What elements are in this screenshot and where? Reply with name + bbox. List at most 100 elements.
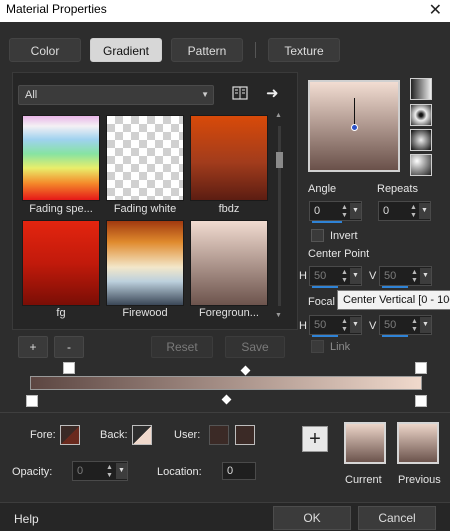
radial-style-icon[interactable] — [410, 154, 432, 176]
invert-label: Invert — [330, 230, 358, 242]
add-gradient-button[interactable]: + — [18, 336, 48, 358]
center-v-spinner[interactable]: 50 ▲ ▼ ▼ — [379, 266, 432, 288]
chevron-down-icon[interactable]: ▼ — [350, 268, 361, 284]
angle-handle[interactable] — [351, 124, 358, 131]
gradient-label: fg — [56, 307, 66, 319]
fore-swatch[interactable] — [60, 425, 80, 445]
center-h-label: H — [299, 270, 307, 282]
user-swatch-1[interactable] — [209, 425, 229, 445]
spinner-arrows-icon[interactable]: ▲ ▼ — [410, 204, 417, 220]
scroll-down-icon[interactable]: ▼ — [275, 312, 282, 319]
center-v-value[interactable]: 50 — [384, 270, 396, 282]
gradient-thumb-fbdz[interactable] — [190, 115, 268, 201]
transparency-midpoint[interactable] — [240, 365, 251, 376]
invert-checkbox[interactable] — [311, 229, 324, 242]
gradient-thumb-foreground-background[interactable] — [190, 220, 268, 306]
opacity-label: Opacity: — [12, 466, 53, 478]
repeats-label: Repeats — [377, 183, 418, 195]
center-h-value[interactable]: 50 — [314, 270, 326, 282]
chevron-down-icon[interactable]: ▼ — [420, 268, 431, 284]
color-midpoint[interactable] — [221, 394, 232, 405]
chevron-down-icon[interactable]: ▼ — [350, 317, 361, 333]
angle-value[interactable]: 0 — [314, 205, 320, 217]
gradient-editor-bar[interactable] — [30, 376, 422, 390]
spinner-arrows-icon[interactable]: ▲ ▼ — [411, 269, 418, 285]
user-swatch-2[interactable] — [235, 425, 255, 445]
gradient-label: fbdz — [218, 203, 240, 215]
location-value[interactable]: 0 — [227, 465, 233, 477]
spinner-arrows-icon[interactable]: ▲ ▼ — [106, 464, 113, 480]
tab-divider — [255, 42, 256, 58]
add-swatch-button[interactable]: + — [302, 426, 328, 452]
help-link[interactable]: Help — [14, 512, 39, 526]
tooltip: Center Vertical [0 - 100] — [337, 290, 450, 310]
location-field[interactable]: 0 — [222, 462, 256, 480]
color-stop-right[interactable] — [415, 395, 427, 407]
ok-button[interactable]: OK — [273, 506, 351, 530]
transparency-stop-left[interactable] — [63, 362, 75, 374]
fore-label: Fore: — [30, 429, 56, 441]
chevron-down-icon: ▼ — [201, 90, 209, 99]
save-button[interactable]: Save — [225, 336, 285, 358]
repeats-value[interactable]: 0 — [383, 205, 389, 217]
chevron-down-icon[interactable]: ▼ — [420, 317, 431, 333]
focal-v-slider-bar — [382, 335, 408, 337]
angle-label: Angle — [308, 183, 337, 195]
location-label: Location: — [157, 466, 202, 478]
link-label: Link — [330, 341, 351, 353]
tab-color[interactable]: Color — [9, 38, 81, 62]
gradient-thumb-fading-spectrum[interactable] — [22, 115, 100, 201]
gradient-label: Firewood — [122, 307, 168, 319]
library-scrollbar[interactable]: ▲ ▼ — [275, 112, 284, 322]
transparency-stop-right[interactable] — [415, 362, 427, 374]
category-dropdown[interactable]: All ▼ — [18, 85, 214, 105]
scroll-up-icon[interactable]: ▲ — [275, 112, 282, 119]
angle-slider-bar — [312, 221, 342, 223]
focal-h-value[interactable]: 50 — [314, 319, 326, 331]
angle-spinner[interactable]: 0 ▲ ▼ ▼ — [309, 201, 362, 223]
repeats-spinner[interactable]: 0 ▲ ▼ ▼ — [378, 201, 431, 221]
opacity-spinner[interactable]: 0 ▲ ▼ ▼ — [72, 461, 128, 481]
gradient-thumb-firewood[interactable] — [106, 220, 184, 306]
reset-button[interactable]: Reset — [151, 336, 213, 358]
focal-h-spinner[interactable]: 50 ▲ ▼ ▼ — [309, 315, 362, 337]
opacity-value[interactable]: 0 — [77, 465, 83, 477]
spinner-arrows-icon[interactable]: ▲ ▼ — [341, 318, 348, 334]
focal-v-spinner[interactable]: 50 ▲ ▼ ▼ — [379, 315, 432, 337]
gradient-thumb-fg[interactable] — [22, 220, 100, 306]
tab-gradient[interactable]: Gradient — [90, 38, 162, 62]
chevron-down-icon[interactable]: ▼ — [116, 463, 127, 479]
section-divider — [0, 412, 450, 413]
back-swatch[interactable] — [132, 425, 152, 445]
spinner-arrows-icon[interactable]: ▲ ▼ — [341, 269, 348, 285]
linear-style-icon[interactable] — [410, 78, 432, 100]
link-checkbox[interactable] — [311, 340, 324, 353]
gradient-thumb-fading-white[interactable] — [106, 115, 184, 201]
library-book-icon[interactable] — [232, 86, 248, 100]
arrow-right-icon[interactable]: ➜ — [266, 84, 279, 102]
title-bar: Material Properties ✕ — [0, 0, 450, 22]
chevron-down-icon[interactable]: ▼ — [350, 203, 361, 219]
current-label: Current — [345, 474, 382, 486]
previous-swatch[interactable] — [397, 422, 439, 464]
focal-v-value[interactable]: 50 — [384, 319, 396, 331]
focal-h-label: H — [299, 320, 307, 332]
tab-pattern[interactable]: Pattern — [171, 38, 243, 62]
tab-texture[interactable]: Texture — [268, 38, 340, 62]
cancel-button[interactable]: Cancel — [358, 506, 436, 530]
remove-gradient-button[interactable]: - — [54, 336, 84, 358]
gradient-preview[interactable] — [308, 80, 400, 172]
current-swatch[interactable] — [344, 422, 386, 464]
focal-v-label: V — [369, 320, 377, 332]
window-title: Material Properties — [6, 2, 107, 16]
center-h-spinner[interactable]: 50 ▲ ▼ ▼ — [309, 266, 362, 288]
rectangular-style-icon[interactable] — [410, 104, 432, 126]
spinner-arrows-icon[interactable]: ▲ ▼ — [411, 318, 418, 334]
scroll-thumb[interactable] — [276, 152, 283, 168]
previous-label: Previous — [398, 474, 441, 486]
color-stop-left[interactable] — [26, 395, 38, 407]
spinner-arrows-icon[interactable]: ▲ ▼ — [341, 204, 348, 220]
sunburst-style-icon[interactable] — [410, 129, 432, 151]
chevron-down-icon[interactable]: ▼ — [419, 203, 430, 219]
close-icon[interactable]: ✕ — [429, 0, 442, 20]
